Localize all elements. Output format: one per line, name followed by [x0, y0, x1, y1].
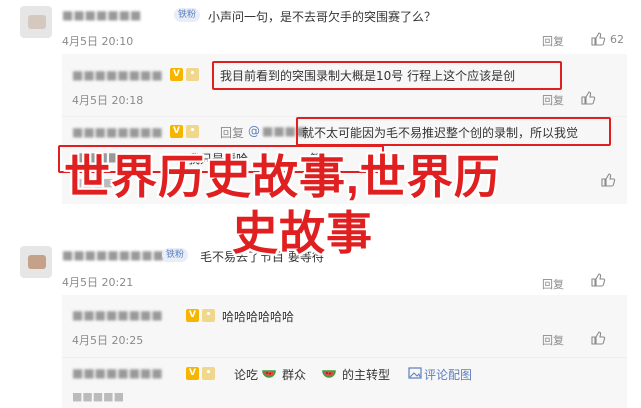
highlight-box: [296, 117, 611, 146]
username[interactable]: ■■■■■■■■: [72, 68, 163, 82]
avatar[interactable]: [20, 246, 52, 278]
reply-mention[interactable]: @: [248, 124, 260, 138]
comment-text: 小声问一句，是不去哥欠手的突围赛了么？: [208, 10, 437, 24]
vip-icon: •: [202, 309, 215, 322]
avatar[interactable]: [20, 6, 52, 38]
vip-icon: V: [186, 309, 199, 322]
vip-icon: V: [170, 68, 183, 81]
vip-icon: •: [202, 367, 215, 380]
image-icon[interactable]: [408, 366, 422, 380]
reply-button[interactable]: 回复: [542, 92, 564, 108]
watermark-line-2: 史故事: [232, 207, 373, 259]
watermark-line-1: 世界历史故事,世界历: [64, 151, 501, 203]
highlight-box: [212, 61, 562, 90]
vip-icon: V: [170, 125, 183, 138]
comment-text: 的主转型: [342, 368, 391, 382]
vip-icon: •: [186, 125, 199, 138]
username[interactable]: ■■■■■■■■■■: [62, 248, 175, 262]
thumb-up-icon[interactable]: [590, 31, 606, 47]
username[interactable]: ■■■■■■■: [62, 8, 141, 22]
thumb-up-icon[interactable]: [600, 172, 616, 188]
reply-button[interactable]: 回复: [542, 33, 564, 49]
comment-5: ■■■■■■■■ V • 哈哈哈哈哈哈 4月5日 20:25 回复: [0, 300, 641, 355]
comment-text: 哈哈哈哈哈哈: [222, 310, 295, 324]
fan-badge: 铁粉: [174, 8, 201, 22]
thumb-up-icon[interactable]: [590, 272, 606, 288]
comment-date: ■■■■■: [72, 390, 124, 403]
comment-date: 4月5日 20:18: [72, 94, 144, 107]
comment-1: ■■■■■■■ 铁粉 小声问一句，是不去哥欠手的突围赛了么？ 4月5日 20:1…: [0, 0, 641, 60]
comment-text: 论吃: [234, 368, 259, 382]
image-link[interactable]: 评论配图: [424, 366, 472, 383]
thumb-up-icon[interactable]: [580, 90, 596, 106]
vip-icon: V: [186, 367, 199, 380]
username[interactable]: ■■■■■■■■: [72, 366, 163, 380]
comment-date: 4月5日 20:10: [62, 35, 134, 48]
watermelon-icon: [322, 370, 336, 378]
comment-6: ■■■■■■■■ V • 论吃 群众 的主转型 评论配图 ■■■■■: [0, 358, 641, 408]
comment-date: 4月5日 20:25: [72, 334, 144, 347]
fan-badge: 铁粉: [162, 248, 189, 262]
comment-text: 群众: [282, 368, 307, 382]
reply-prefix: 回复: [220, 126, 245, 140]
vip-icon: •: [186, 68, 199, 81]
watermelon-icon: [262, 370, 276, 378]
username[interactable]: ■■■■■■■■: [72, 308, 163, 322]
like-count: 62: [610, 33, 624, 46]
reply-button[interactable]: 回复: [542, 276, 564, 292]
comment-date: 4月5日 20:21: [62, 276, 134, 289]
thumb-up-icon[interactable]: [590, 330, 606, 346]
reply-button[interactable]: 回复: [542, 332, 564, 348]
username[interactable]: ■■■■■■■■: [72, 125, 163, 139]
